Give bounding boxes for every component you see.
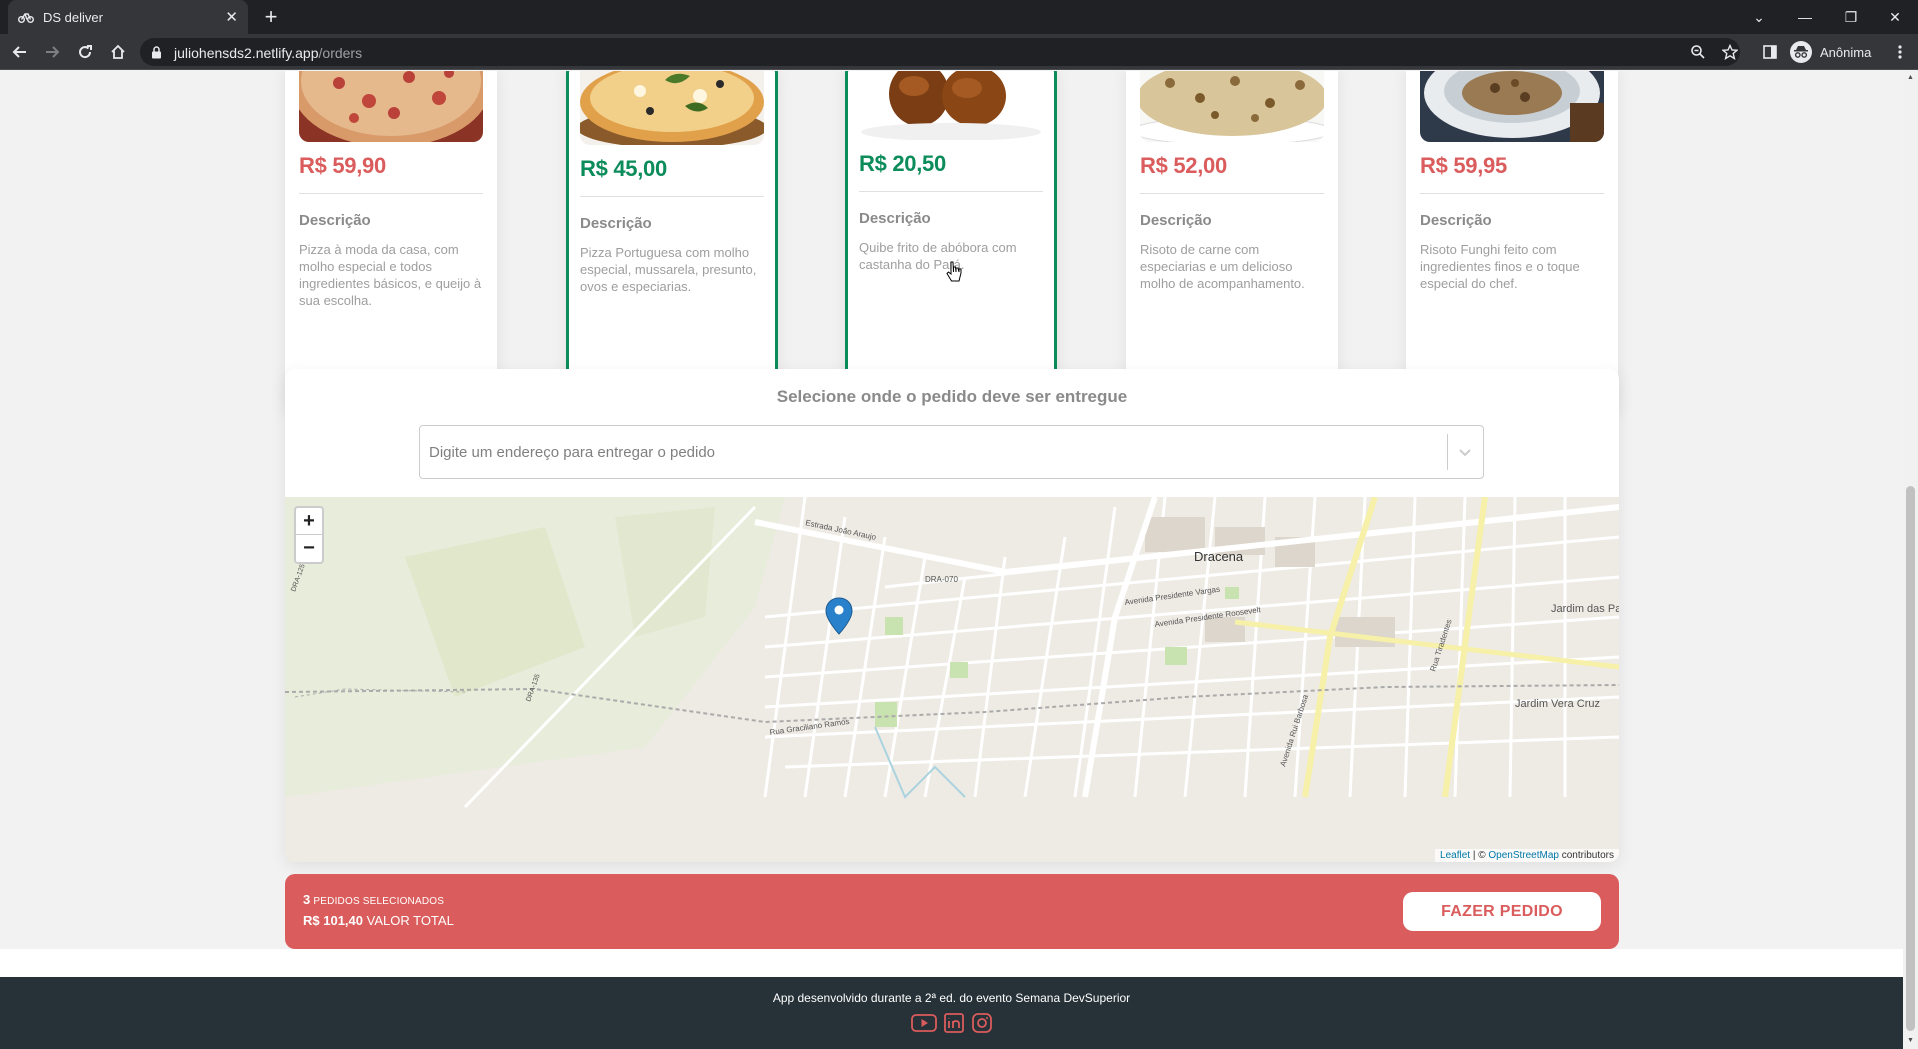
incognito-icon [1790,41,1812,63]
order-total: R$ 101,40 VALOR TOTAL [303,913,454,928]
zoom-icon[interactable] [1687,41,1709,63]
location-title: Selecione onde o pedido deve ser entregu… [776,387,1128,406]
url-text: juliohensds2.netlify.app/orders [174,45,363,61]
close-window-icon[interactable]: ✕ [1872,0,1918,34]
product-card[interactable]: R$ 59,95 Descrição Risoto Funghi feito c… [1406,71,1618,413]
tab-title: DS deliver [43,9,103,25]
product-image [859,71,1043,140]
chevron-down-icon[interactable] [1453,441,1477,465]
scrollbar-thumb[interactable] [1906,486,1915,1031]
selected-count: 3 PEDIDOS SELECIONADOS [303,892,445,907]
side-panel-icon[interactable] [1759,41,1781,63]
zoom-in-button[interactable]: + [296,508,322,535]
product-price: R$ 45,00 [580,156,667,181]
instagram-icon[interactable] [971,1013,993,1033]
browser-tab[interactable]: DS deliver ✕ [8,0,248,34]
description-title: Descrição [1140,212,1212,229]
page-viewport: R$ 59,90 Descrição Pizza à moda da casa,… [0,71,1903,1049]
description-text: Risoto de carne com especiarias e um del… [1140,242,1305,291]
map-attribution: Leaflet | © OpenStreetMap contributors [1435,849,1619,862]
divider [1140,193,1324,194]
openstreetmap-link[interactable]: OpenStreetMap [1488,850,1559,861]
lock-icon [152,46,161,59]
profile-button[interactable]: Anônima [1790,41,1871,63]
zoom-out-button[interactable]: − [296,535,322,562]
linkedin-icon[interactable] [943,1013,965,1033]
browser-tab-strip: DS deliver ✕ + ⌄ — ❐ ✕ [0,0,1918,34]
description-text: Pizza à moda da casa, com molho especial… [299,242,482,308]
page-scrollbar[interactable]: ▲ ▼ [1903,71,1918,1049]
scroll-down-icon[interactable]: ▼ [1906,1037,1915,1044]
product-image [1420,71,1604,142]
description-title: Descrição [1420,212,1492,229]
forward-icon[interactable] [40,40,64,64]
product-card[interactable]: R$ 20,50 Descrição Quibe frito de abóbor… [845,71,1057,414]
description-title: Descrição [859,210,931,227]
close-tab-icon[interactable]: ✕ [225,8,238,26]
new-tab-icon[interactable]: + [258,4,284,30]
mouse-cursor-icon [946,261,962,282]
description-text: Risoto Funghi feito com ingredientes fin… [1420,242,1580,291]
youtube-icon[interactable] [910,1013,937,1033]
browser-menu-icon[interactable] [1889,41,1911,63]
back-icon[interactable] [8,40,32,64]
page-bottom-area [0,949,1903,977]
map-label: Jardim Vera Cruz [1515,698,1600,710]
scroll-up-icon[interactable]: ▲ [1906,74,1915,81]
footer-text: App desenvolvido durante a 2ª ed. do eve… [772,991,1131,1005]
product-image [299,71,483,142]
product-image [1140,71,1324,142]
ds-deliver-favicon-icon [18,13,34,23]
address-select[interactable] [419,425,1484,479]
map-tiles: Dracena Jardim das Palmeiras Jardim Vera… [285,497,1619,862]
place-order-button[interactable]: FAZER PEDIDO [1403,892,1601,931]
delivery-map[interactable]: Dracena Jardim das Palmeiras Jardim Vera… [285,497,1619,862]
description-text: Pizza Portuguesa com molho especial, mus… [580,245,757,294]
address-input[interactable] [420,426,1440,478]
select-separator [1447,434,1448,470]
minimize-icon[interactable]: — [1782,0,1828,34]
product-card[interactable]: R$ 59,90 Descrição Pizza à moda da casa,… [285,71,497,413]
address-bar[interactable]: juliohensds2.netlify.app/orders [140,38,1740,66]
description-title: Descrição [580,215,652,232]
divider [859,191,1043,192]
product-image [580,71,764,145]
bookmark-star-icon[interactable] [1719,41,1741,63]
product-price: R$ 20,50 [859,151,946,176]
home-icon[interactable] [106,40,130,64]
divider [580,196,764,197]
leaflet-link[interactable]: Leaflet [1440,850,1470,861]
map-label: Jardim das Palmeiras [1551,603,1619,615]
order-summary: 3 PEDIDOS SELECIONADOS R$ 101,40 VALOR T… [285,874,1619,949]
product-price: R$ 59,95 [1420,153,1507,178]
restore-icon[interactable]: ❐ [1828,0,1874,34]
social-icons [0,1013,1903,1033]
product-card[interactable]: R$ 45,00 Descrição Pizza Portuguesa com … [566,71,778,412]
divider [1420,193,1604,194]
product-price: R$ 52,00 [1140,153,1227,178]
map-city-label: Dracena [1194,549,1244,564]
browser-toolbar: juliohensds2.netlify.app/orders [0,34,1918,70]
product-price: R$ 59,90 [299,153,386,178]
map-zoom-control: + − [294,506,324,564]
reload-icon[interactable] [73,40,97,64]
divider [299,193,483,194]
map-road-label: DRA-070 [925,575,958,584]
tab-search-icon[interactable]: ⌄ [1736,0,1782,34]
profile-label: Anônima [1820,44,1872,60]
product-card[interactable]: R$ 52,00 Descrição Risoto de carne com e… [1126,71,1338,413]
footer: App desenvolvido durante a 2ª ed. do eve… [0,977,1903,1049]
description-title: Descrição [299,212,371,229]
order-location-container: Selecione onde o pedido deve ser entregu… [285,369,1619,862]
